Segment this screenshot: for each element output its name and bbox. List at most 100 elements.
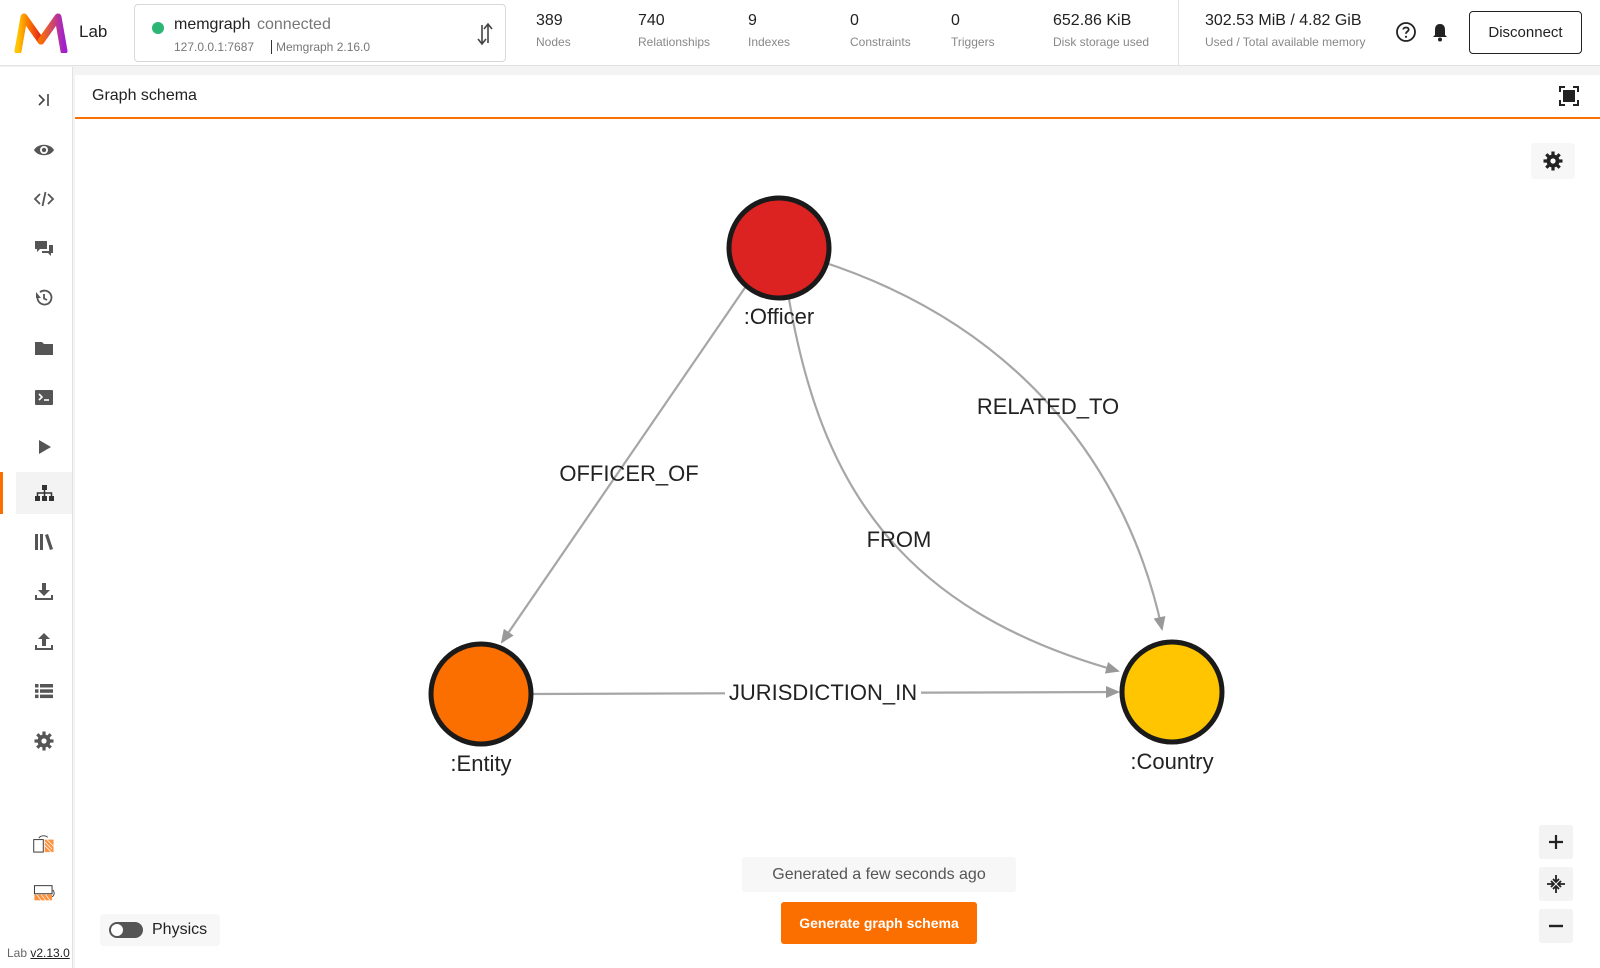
edge-related-to[interactable]: [819, 259, 1166, 631]
plus-icon: [1549, 835, 1563, 849]
stat-label: Used / Total available memory: [1205, 35, 1366, 49]
sidebar-item-graph-schema[interactable]: [0, 472, 72, 514]
zoom-in-button[interactable]: [1539, 825, 1573, 859]
sidebar-item-layout-1[interactable]: [16, 823, 72, 865]
connection-panel[interactable]: memgraph connected 127.0.0.1:7687 Memgra…: [134, 4, 506, 62]
stat-label: Disk storage used: [1053, 35, 1150, 49]
physics-label: Physics: [152, 921, 208, 938]
panel-header: Graph schema: [75, 75, 1600, 119]
node-label-country: :Country: [1130, 749, 1213, 774]
memgraph-logo: [14, 13, 68, 53]
divider: [1178, 0, 1179, 66]
server-version: Memgraph 2.16.0: [271, 40, 370, 54]
stat-label: Nodes: [536, 35, 571, 49]
fit-view-icon: [1547, 875, 1565, 893]
fit-to-screen-button[interactable]: [1539, 867, 1573, 901]
connection-name: memgraph: [174, 16, 251, 33]
sidebar-item-chat[interactable]: [16, 228, 72, 270]
stat-value: 0: [951, 12, 960, 29]
stat-value: 0: [850, 12, 859, 29]
stat-indexes: 9 Indexes: [748, 12, 790, 49]
app-name: Lab: [79, 22, 108, 41]
node-entity[interactable]: [428, 641, 534, 747]
edge-label-jurisdiction-in: JURISDICTION_IN: [729, 680, 917, 705]
stat-value: 302.53 MiB / 4.82 GiB: [1205, 12, 1362, 29]
node-officer[interactable]: [726, 195, 832, 301]
zoom-out-button[interactable]: [1539, 909, 1573, 943]
toggle-knob: [111, 924, 123, 936]
graph-svg: OFFICER_OF FROM RELATED_TO JURISDICTION_…: [428, 195, 1225, 776]
fullscreen-icon[interactable]: [1558, 85, 1580, 107]
minus-icon: [1549, 924, 1563, 928]
play-icon: [39, 440, 51, 454]
sidebar-item-files[interactable]: [16, 327, 72, 369]
folder-icon: [35, 342, 53, 355]
layout-icon: [33, 835, 54, 853]
graph-canvas[interactable]: OFFICER_OF FROM RELATED_TO JURISDICTION_…: [85, 129, 1565, 955]
graph-schema-panel: Graph schema OFFICER_OF FROM RELATED_TO …: [75, 75, 1600, 968]
chat-icon: [35, 241, 53, 256]
code-icon: [33, 191, 55, 207]
bell-icon[interactable]: [1429, 21, 1451, 43]
panel-title: Graph schema: [92, 87, 197, 104]
library-icon: [35, 534, 53, 550]
stat-label: Relationships: [638, 35, 711, 49]
stat-disk-storage: 652.86 KiB Disk storage used: [1053, 12, 1149, 49]
sidebar-item-settings[interactable]: [16, 720, 72, 762]
sidebar-item-overview[interactable]: [16, 129, 72, 171]
gear-icon: [1543, 151, 1563, 171]
graph-schema-icon: [35, 485, 54, 501]
list-icon: [35, 684, 53, 699]
physics-control: Physics: [100, 914, 220, 946]
sidebar-item-expand[interactable]: [16, 79, 72, 121]
sidebar-item-history[interactable]: [16, 277, 72, 319]
sidebar-item-console[interactable]: [16, 376, 72, 418]
import-icon: [35, 583, 53, 600]
stat-value: 740: [638, 12, 665, 29]
connection-status: connected: [257, 16, 331, 33]
disconnect-button[interactable]: Disconnect: [1469, 11, 1582, 54]
history-icon: [36, 289, 53, 306]
physics-toggle[interactable]: [109, 922, 143, 938]
top-bar: Lab memgraph connected 127.0.0.1:7687 Me…: [0, 0, 1600, 66]
edge-from[interactable]: [787, 298, 1120, 674]
stat-value: 9: [748, 12, 757, 29]
node-country[interactable]: [1119, 639, 1225, 745]
stat-label: Triggers: [951, 35, 995, 49]
node-label-entity: :Entity: [450, 751, 511, 776]
sidebar-item-run[interactable]: [16, 426, 72, 468]
sidebar: Lab v2.13.0: [0, 67, 73, 968]
generate-graph-schema-button[interactable]: Generate graph schema: [781, 902, 977, 944]
help-icon[interactable]: [1395, 21, 1417, 43]
layout-alt-icon: [33, 885, 55, 901]
sidebar-item-export[interactable]: [16, 621, 72, 663]
stat-relationships: 740 Relationships: [638, 12, 710, 49]
edge-label-related-to: RELATED_TO: [977, 394, 1119, 419]
connection-status-dot: [152, 22, 164, 34]
sidebar-item-import[interactable]: [16, 571, 72, 613]
version-link[interactable]: v2.13.0: [30, 946, 69, 960]
stat-constraints: 0 Constraints: [850, 12, 911, 49]
version-prefix: Lab: [7, 946, 28, 960]
export-icon: [35, 633, 53, 650]
node-label-officer: :Officer: [744, 304, 815, 329]
stat-memory: 302.53 MiB / 4.82 GiB Used / Total avail…: [1205, 12, 1366, 49]
sidebar-item-library[interactable]: [16, 521, 72, 563]
edge-officer-of[interactable]: [500, 275, 754, 644]
stat-nodes: 389 Nodes: [536, 12, 571, 49]
stat-label: Constraints: [850, 35, 911, 49]
terminal-icon: [35, 390, 53, 405]
stat-value: 652.86 KiB: [1053, 12, 1132, 29]
stat-triggers: 0 Triggers: [951, 12, 995, 49]
settings-icon: [34, 731, 54, 751]
edge-label-officer-of: OFFICER_OF: [559, 461, 698, 486]
sidebar-item-streams[interactable]: [16, 670, 72, 712]
graph-settings-button[interactable]: [1531, 143, 1575, 179]
sidebar-item-query-execution[interactable]: [16, 178, 72, 220]
switch-connection-icon[interactable]: [475, 19, 495, 49]
stat-label: Indexes: [748, 35, 791, 49]
stat-value: 389: [536, 12, 563, 29]
generated-timestamp: Generated a few seconds ago: [742, 857, 1016, 892]
eye-icon: [34, 144, 54, 156]
sidebar-item-layout-2[interactable]: [16, 872, 72, 914]
